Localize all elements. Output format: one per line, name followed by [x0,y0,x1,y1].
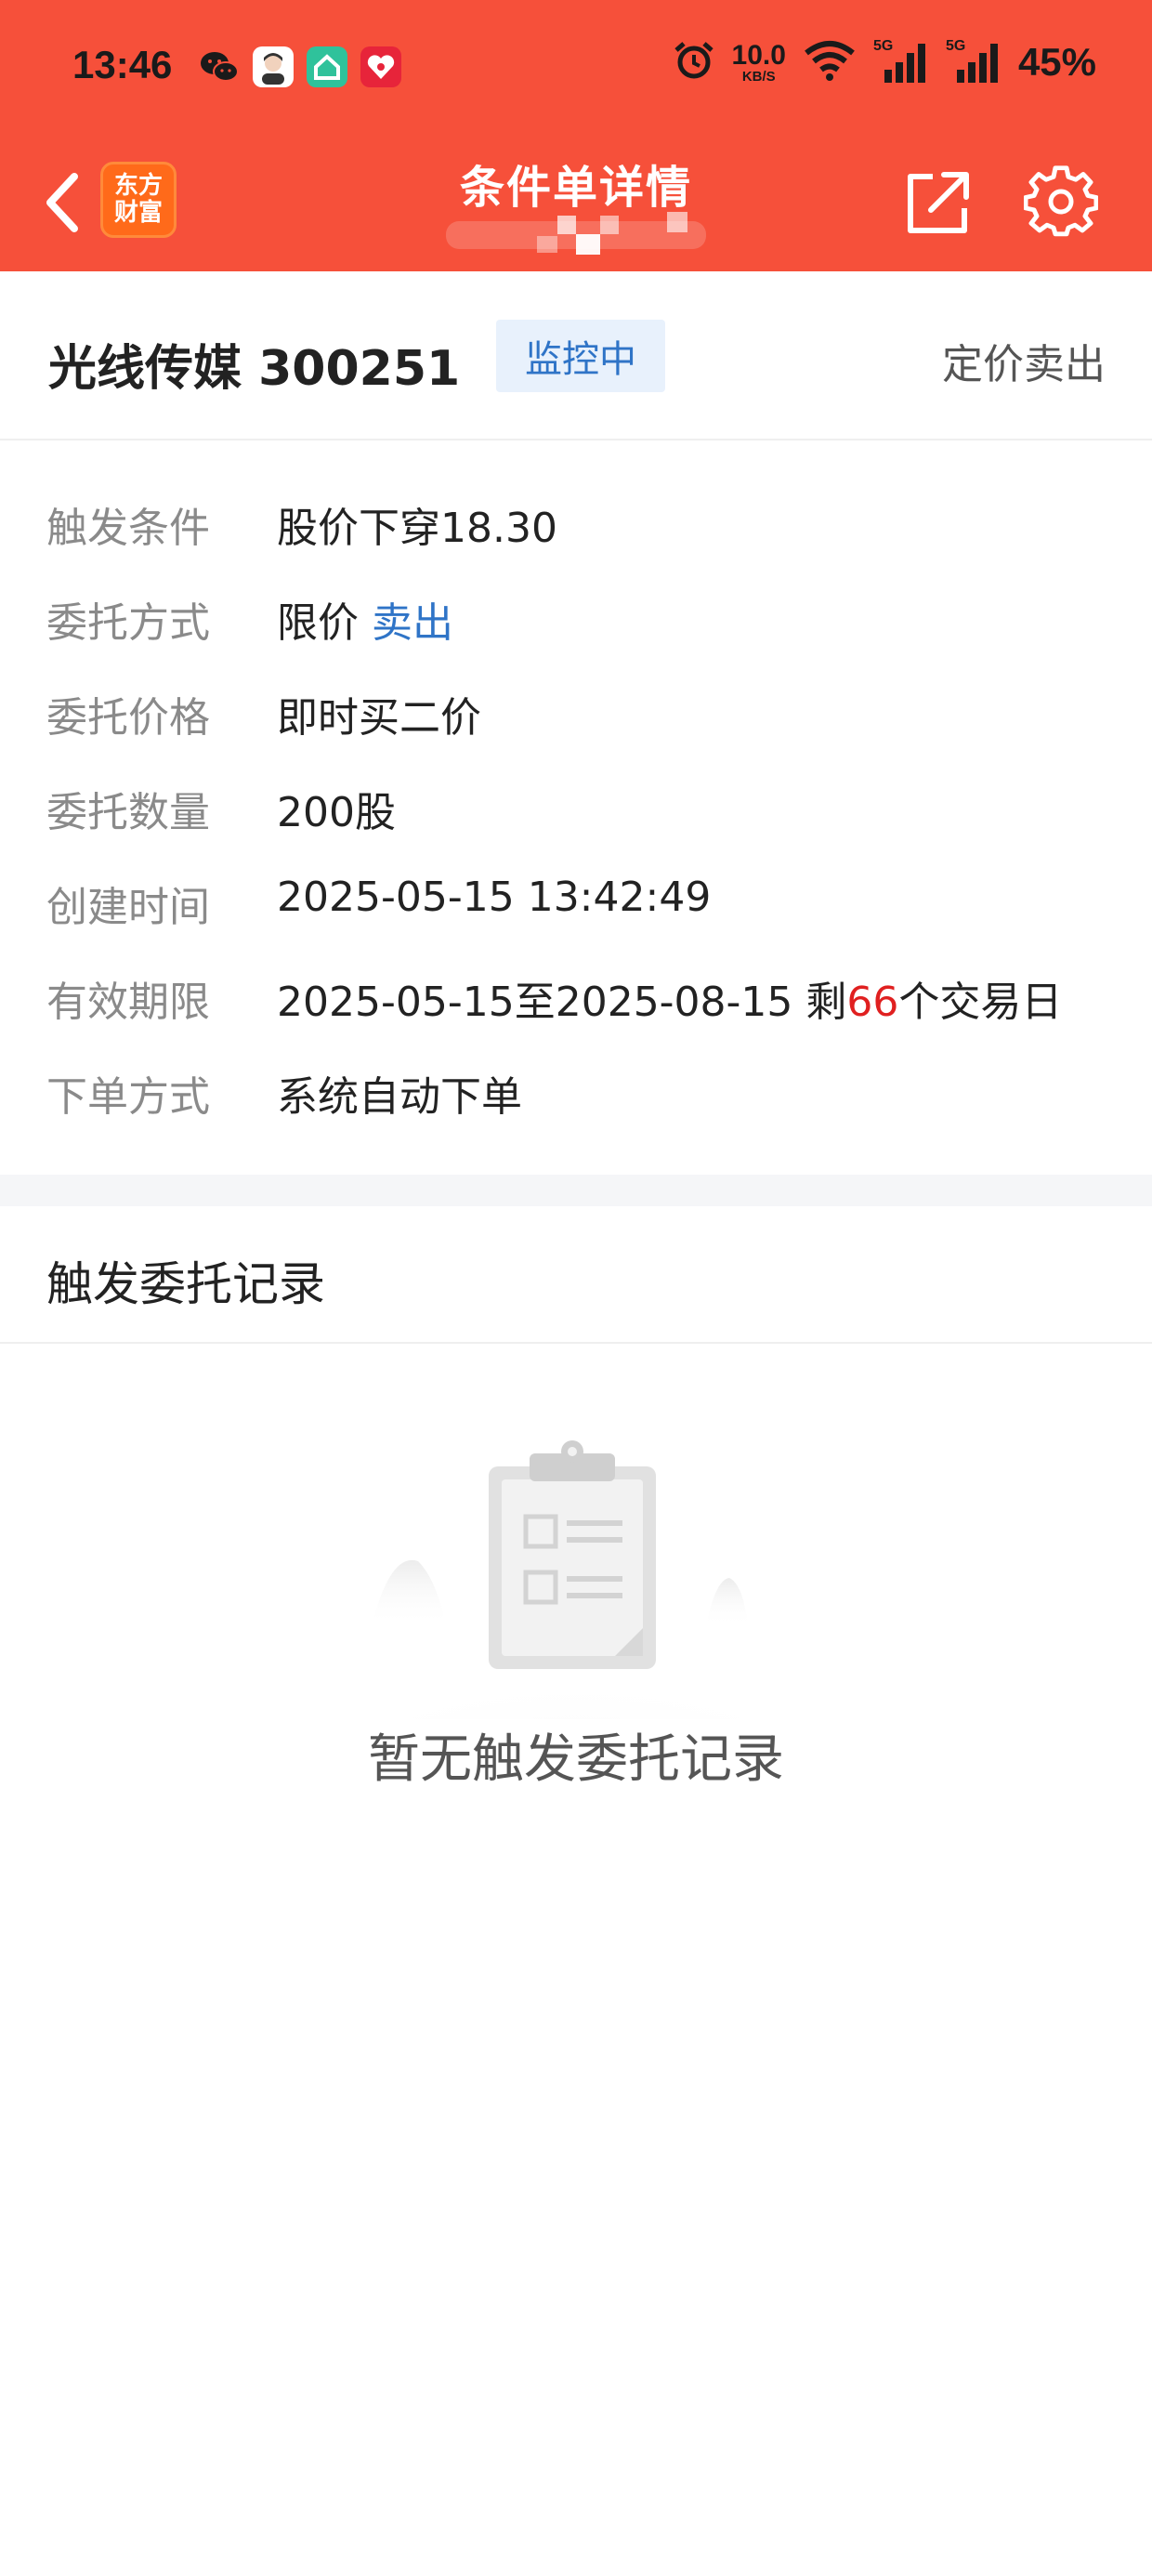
detail-row-placement: 下单方式 系统自动下单 [0,1037,1152,1132]
detail-label: 委托方式 [46,599,210,647]
detail-row-quantity: 委托数量 200股 [0,753,1152,848]
validity-suffix: 个交易日 [898,979,1063,1026]
stock-name-code: 光线传媒 300251 [48,341,461,397]
detail-row-order-method: 委托方式 限价 卖出 [0,563,1152,658]
condition-details: 触发条件 股价下穿18.30 委托方式 限价 卖出 委托价格 即时买二价 委托数… [0,440,1152,1175]
clipboard-icon [316,1440,836,1812]
status-badge: 监控中 [496,320,665,392]
detail-label: 下单方式 [46,1073,210,1121]
detail-label: 创建时间 [46,884,210,931]
nav-bar: 东方 财富 条件单详情 [0,139,1152,271]
signal-icon-1: 5G [873,38,929,85]
gear-icon [1023,165,1099,237]
detail-label: 委托数量 [46,789,210,836]
order-type-label: 定价卖出 [942,341,1106,388]
wifi-icon [803,40,857,85]
detail-row-created-time: 创建时间 2025-05-15 13:42:49 [0,848,1152,942]
share-icon [908,172,969,233]
detail-value: 股价下穿18.30 [277,505,557,552]
status-time: 13:46 [72,43,173,86]
detail-value: 即时买二价 [277,694,481,742]
status-bar: 13:46 10.0 KB/S 5G 5G 45% [0,0,1152,139]
settings-button[interactable] [1023,165,1099,240]
remaining-days: 66 [846,979,899,1026]
blurred-subtitle [437,212,715,256]
empty-state-illustration [316,1422,836,1812]
detail-label: 触发条件 [46,505,210,552]
battery-level: 45% [1017,40,1096,84]
detail-value: 系统自动下单 [277,1073,522,1121]
detail-value: 200股 [277,789,396,836]
network-speed: 10.0 KB/S [731,39,786,85]
detail-value: 限价 卖出 [277,589,453,649]
validity-range: 2025-05-15至2025-08-15 剩 [277,979,847,1026]
alarm-icon [673,39,715,85]
detail-label: 有效期限 [46,979,210,1026]
detail-value-text: 限价 [277,599,372,647]
detail-row-order-price: 委托价格 即时买二价 [0,658,1152,753]
detail-value: 2025-05-15 13:42:49 [277,874,712,921]
detail-label: 委托价格 [46,694,210,742]
wechat-icon [199,46,240,87]
section-divider [0,1175,1152,1206]
records-header: 触发委托记录 [0,1206,1152,1344]
empty-state-text: 暂无触发委托记录 [368,1729,784,1790]
page-title: 条件单详情 [459,162,692,214]
shopping-618-icon [360,46,401,87]
detail-row-trigger: 触发条件 股价下穿18.30 [0,468,1152,563]
stock-header-row: 光线传媒 300251 监控中 定价卖出 [0,271,1152,440]
house-app-icon [307,46,347,87]
avatar-app-icon [253,46,294,87]
detail-row-validity: 有效期限 2025-05-15至2025-08-15 剩66个交易日 [0,942,1152,1037]
records-title: 触发委托记录 [46,1257,325,1311]
share-button[interactable] [903,167,974,238]
sell-direction: 卖出 [372,599,453,647]
status-app-icons [199,46,401,87]
app-header: 13:46 10.0 KB/S 5G 5G 45% 东方 财富 条件单详情 [0,0,1152,271]
status-indicators: 10.0 KB/S 5G 5G 45% [673,38,1096,85]
signal-icon-2: 5G [946,38,1001,85]
detail-value: 2025-05-15至2025-08-15 剩66个交易日 [277,968,1062,1028]
